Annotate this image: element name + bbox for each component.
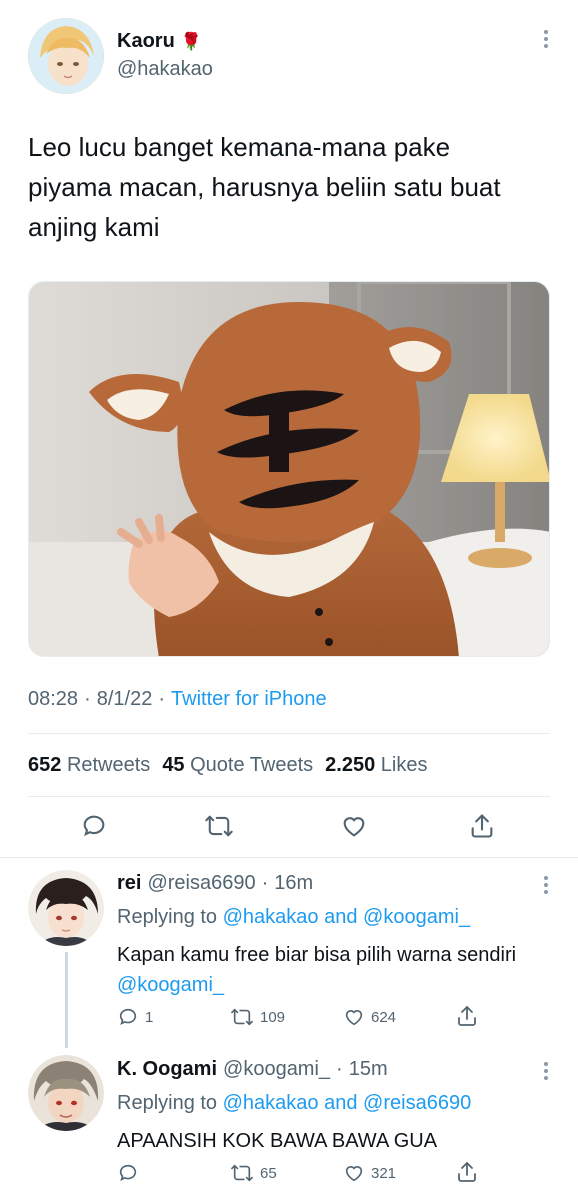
reply-age: 16m: [274, 872, 314, 894]
retweet-button[interactable]: 65: [230, 1162, 277, 1184]
reply-display-name[interactable]: rei: [117, 872, 141, 895]
reply-handle[interactable]: @koogami_: [223, 1058, 330, 1081]
retweet-icon: [231, 1164, 253, 1182]
reply-icon: [119, 1008, 137, 1025]
share-icon: [458, 1006, 476, 1026]
like-button[interactable]: 624: [343, 1006, 396, 1028]
reply-count: 1: [145, 1008, 154, 1026]
like-button[interactable]: 321: [343, 1162, 396, 1184]
tweet-timestamp-row: 08:28 · 8/1/22 · Twitter for iPhone: [28, 688, 327, 711]
divider: [0, 857, 578, 858]
kaoru-avatar[interactable]: [28, 18, 104, 94]
more-options-icon[interactable]: [543, 1062, 549, 1080]
author-display-name[interactable]: Kaoru: [117, 30, 175, 53]
reply-button[interactable]: [80, 812, 108, 840]
dot-separator: ·: [336, 1058, 343, 1080]
reply-button[interactable]: [117, 1162, 145, 1184]
reply-handle[interactable]: @reisa6690: [147, 872, 255, 895]
quote-tweets-stat[interactable]: 45 Quote Tweets: [162, 754, 313, 777]
tweet-stats-row: 652 Retweets 45 Quote Tweets 2.250 Likes: [28, 754, 428, 777]
replying-to-line: Replying to @hakakao and @reisa6690: [117, 1092, 472, 1114]
more-options-icon[interactable]: [543, 876, 549, 894]
reply-header: rei @reisa6690 · 16m: [117, 872, 313, 895]
reply-display-name[interactable]: K. Oogami: [117, 1058, 217, 1081]
retweet-count: 109: [260, 1008, 286, 1026]
retweet-icon: [231, 1008, 253, 1026]
thread-line: [65, 952, 68, 1048]
reply-header: K. Oogami @koogami_ · 15m: [117, 1058, 388, 1081]
rose-emoji: 🌹: [180, 31, 202, 51]
dot-separator: ·: [84, 688, 91, 710]
retweet-button[interactable]: [204, 812, 234, 840]
retweet-icon: [205, 815, 233, 837]
tweet-time: 08:28: [28, 688, 79, 710]
like-count: 624: [371, 1008, 397, 1026]
author-name-row[interactable]: Kaoru 🌹: [117, 30, 202, 53]
koogami-avatar[interactable]: [28, 1055, 104, 1131]
mention-link[interactable]: @koogami_: [363, 906, 470, 928]
divider: [28, 796, 550, 797]
retweets-stat[interactable]: 652 Retweets: [28, 754, 150, 777]
mention-link[interactable]: @hakakao: [223, 1092, 319, 1114]
tweet-photo[interactable]: [28, 281, 550, 657]
dot-separator: ·: [158, 688, 166, 710]
like-icon: [345, 1166, 363, 1182]
divider: [28, 733, 550, 734]
likes-stat[interactable]: 2.250 Likes: [325, 754, 427, 777]
tweet-text: Leo lucu banget kemana-mana pake piyama …: [28, 132, 501, 242]
like-icon: [345, 1010, 363, 1026]
tweet-source-link[interactable]: Twitter for iPhone: [171, 688, 327, 711]
reply-text: APAANSIH KOK BAWA BAWA GUA: [117, 1130, 438, 1152]
mention-link[interactable]: @koogami_: [117, 974, 224, 996]
tweet-date: 8/1/22: [96, 688, 153, 710]
share-icon: [471, 814, 493, 838]
like-button[interactable]: [340, 812, 368, 840]
share-button[interactable]: [455, 1004, 479, 1028]
more-options-icon[interactable]: [543, 30, 549, 48]
share-button[interactable]: [468, 812, 496, 840]
retweet-button[interactable]: 109: [230, 1006, 285, 1028]
like-count: 321: [371, 1164, 397, 1182]
retweet-count: 65: [260, 1164, 277, 1182]
dot-separator: ·: [261, 872, 269, 894]
like-icon: [343, 817, 365, 837]
mention-link[interactable]: @reisa6690: [363, 1092, 471, 1114]
tiger-pajama-photo: [29, 282, 549, 656]
rei-avatar[interactable]: [28, 870, 104, 946]
author-handle[interactable]: @hakakao: [117, 58, 213, 81]
reply-icon: [83, 815, 105, 837]
share-button[interactable]: [455, 1160, 479, 1184]
mention-link[interactable]: @hakakao: [223, 906, 319, 928]
reply-age: 15m: [348, 1058, 388, 1080]
reply-button[interactable]: 1: [117, 1006, 153, 1028]
share-icon: [458, 1162, 476, 1182]
replying-to-line: Replying to @hakakao and @koogami_: [117, 906, 471, 928]
reply-text: Kapan kamu free biar bisa pilih warna se…: [117, 944, 517, 996]
reply-icon: [119, 1164, 137, 1181]
